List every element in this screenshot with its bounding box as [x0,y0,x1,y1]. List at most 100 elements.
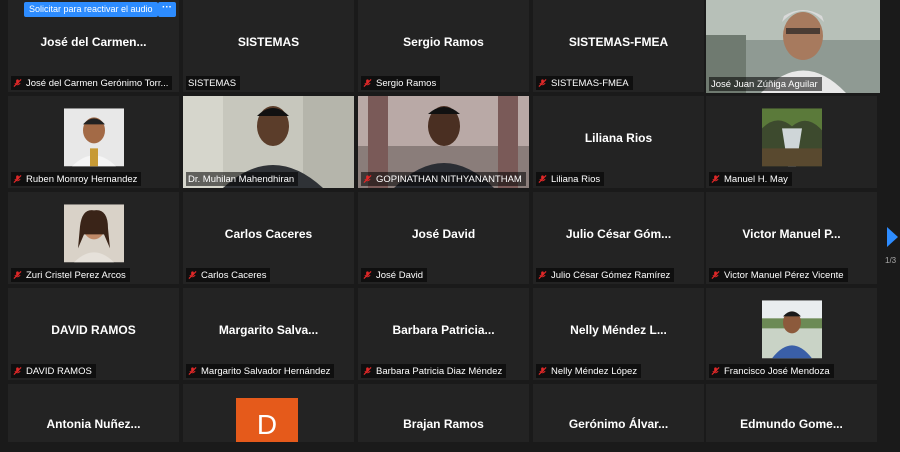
muted-mic-icon [538,270,547,280]
participant-photo [761,300,822,359]
participant-name-label: SISTEMAS [186,76,241,90]
muted-mic-icon [711,174,720,184]
muted-mic-icon [711,270,720,280]
muted-mic-icon [538,366,547,376]
participant-display-name: Carlos Caceres [224,227,313,241]
participant-tile[interactable]: Zuri Cristel Perez Arcos [8,192,179,284]
participant-name-label: Ruben Monroy Hernandez [11,172,142,186]
participant-tile[interactable]: Francisco José Mendoza [706,288,877,380]
participant-photo [761,108,822,167]
participant-name-label: Dr. Muhilan Mahendhiran [186,172,299,186]
participant-tile[interactable]: SISTEMAS SISTEMAS [183,0,354,92]
participant-label-text: Francisco José Mendoza [724,365,830,377]
participant-photo [63,108,124,167]
participant-tile[interactable]: Brajan Ramos [358,384,529,442]
participant-name-label: DAVID RAMOS [11,364,96,378]
participant-tile[interactable]: José David José David [358,192,529,284]
next-page-arrow-icon[interactable] [884,224,900,250]
participant-name-label: Margarito Salvador Hernández [186,364,335,378]
more-options-button[interactable]: ··· [158,2,176,17]
participant-display-name: Brajan Ramos [403,417,484,431]
participant-name-label: Sergio Ramos [361,76,441,90]
participant-label-text: Ruben Monroy Hernandez [26,173,138,185]
participant-label-text: DAVID RAMOS [26,365,92,377]
participant-label-text: Victor Manuel Pérez Vicente [724,269,844,281]
participant-tile[interactable]: Margarito Salva... Margarito Salvador He… [183,288,354,380]
muted-mic-icon [363,270,372,280]
gallery-grid: José del Carmen... José del Carmen Gerón… [0,0,900,442]
muted-mic-icon [363,78,372,88]
muted-mic-icon [538,174,547,184]
participant-name-label: Francisco José Mendoza [709,364,834,378]
participant-avatar: D [236,398,298,442]
participant-label-text: Manuel H. May [724,173,788,185]
muted-mic-icon [188,366,197,376]
muted-mic-icon [13,366,22,376]
participant-name-label: GOPINATHAN NITHYANANTHAM [361,172,526,186]
participant-tile[interactable]: SISTEMAS-FMEA SISTEMAS-FMEA [533,0,704,92]
participant-label-text: Nelly Méndez López [551,365,638,377]
participant-label-text: Barbara Patricia Diaz Méndez [376,365,503,377]
participant-display-name: Edmundo Gome... [740,417,843,431]
participant-name-label: Liliana Rios [536,172,605,186]
participant-tile[interactable]: Victor Manuel P... Victor Manuel Pérez V… [706,192,877,284]
participant-tile[interactable]: Manuel H. May [706,96,877,188]
participant-label-text: Zuri Cristel Perez Arcos [26,269,126,281]
muted-mic-icon [13,174,22,184]
participant-name-label: José Juan Zúñiga Aguilar [709,77,822,91]
participant-label-text: Julio César Gómez Ramírez [551,269,671,281]
participant-display-name: Antonia Nuñez... [46,417,141,431]
muted-mic-icon [363,174,372,184]
participant-tile[interactable]: Antonia Nuñez... [8,384,179,442]
participant-tile[interactable]: Nelly Méndez L... Nelly Méndez López [533,288,704,380]
muted-mic-icon [538,78,547,88]
participant-photo [63,204,124,263]
participant-display-name: Margarito Salva... [218,323,319,337]
participant-display-name: José del Carmen... [40,35,147,49]
participant-tile[interactable]: Edmundo Gome... [706,384,877,442]
muted-mic-icon [13,270,22,280]
participant-display-name: Sergio Ramos [403,35,484,49]
participant-display-name: Victor Manuel P... [742,227,841,241]
participant-tile[interactable]: Ruben Monroy Hernandez [8,96,179,188]
participant-display-name: Nelly Méndez L... [570,323,667,337]
participant-label-text: Liliana Rios [551,173,601,185]
participant-display-name: José David [411,227,476,241]
participant-tile[interactable]: Barbara Patricia... Barbara Patricia Dia… [358,288,529,380]
participant-name-label: SISTEMAS-FMEA [536,76,633,90]
participant-label-text: José del Carmen Gerónimo Torr... [26,77,169,89]
participant-tile[interactable]: Carlos Caceres Carlos Caceres [183,192,354,284]
participant-label-text: Sergio Ramos [376,77,437,89]
participant-display-name: DAVID RAMOS [51,323,136,337]
participant-label-text: Carlos Caceres [201,269,267,281]
participant-label-text: José Juan Zúñiga Aguilar [711,78,818,90]
request-unmute-button[interactable]: Solicitar para reactivar el audio [24,2,158,17]
participant-tile[interactable]: Dr. Muhilan Mahendhiran [183,96,354,188]
muted-mic-icon [188,270,197,280]
participant-label-text: Margarito Salvador Hernández [201,365,331,377]
participant-tile[interactable]: Liliana Rios Liliana Rios [533,96,704,188]
participant-tile[interactable]: DAVID RAMOS DAVID RAMOS [8,288,179,380]
participant-display-name: SISTEMAS [237,35,300,49]
participant-name-label: Julio César Gómez Ramírez [536,268,675,282]
participant-name-label: Zuri Cristel Perez Arcos [11,268,130,282]
muted-mic-icon [13,78,22,88]
page-indicator: 1/3 [885,256,897,265]
active-speaker-tile[interactable]: José Juan Zúñiga Aguilar [706,0,880,93]
participant-name-label: José del Carmen Gerónimo Torr... [11,76,173,90]
participant-tile[interactable]: Gerónimo Álvar... [533,384,704,442]
participant-tile[interactable]: Julio César Góm... Julio César Gómez Ram… [533,192,704,284]
participant-display-name: SISTEMAS-FMEA [568,35,669,49]
participant-label-text: SISTEMAS [188,77,237,89]
participant-tile[interactable]: GOPINATHAN NITHYANANTHAM [358,96,529,188]
participant-label-text: José David [376,269,423,281]
participant-display-name: Julio César Góm... [565,227,672,241]
participant-tile[interactable]: Sergio Ramos Sergio Ramos [358,0,529,92]
participant-label-text: Dr. Muhilan Mahendhiran [188,173,295,185]
participant-label-text: SISTEMAS-FMEA [551,77,629,89]
participant-name-label: Manuel H. May [709,172,792,186]
participant-display-name: Barbara Patricia... [392,323,495,337]
participant-name-label: Barbara Patricia Diaz Méndez [361,364,507,378]
participant-display-name: Gerónimo Álvar... [568,417,669,431]
participant-label-text: GOPINATHAN NITHYANANTHAM [376,173,522,185]
